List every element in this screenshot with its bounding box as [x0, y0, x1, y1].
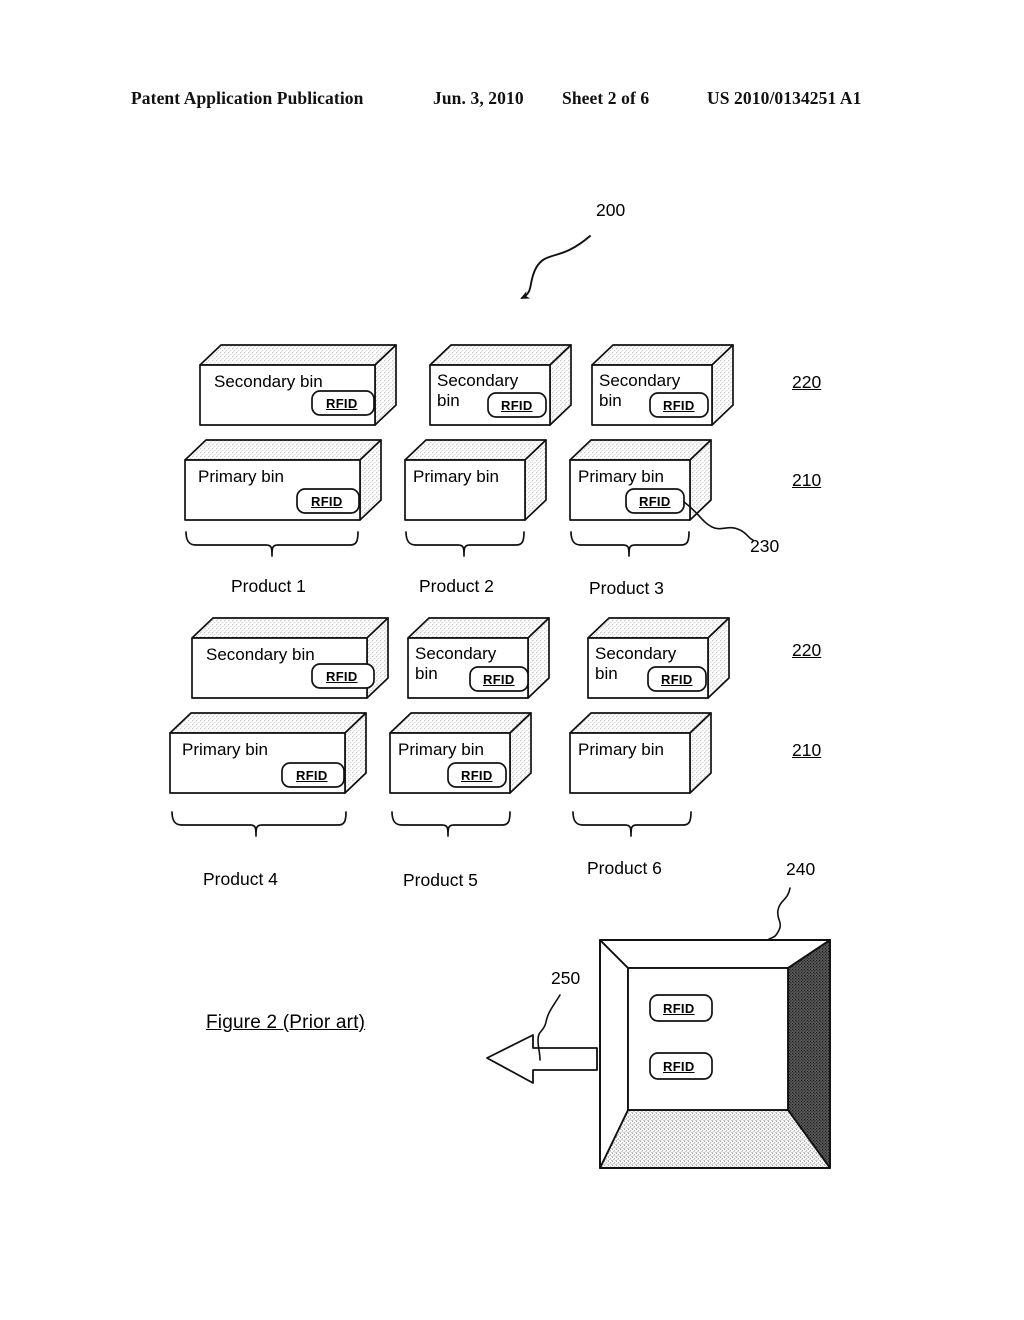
product-label-5: Product 5 — [403, 870, 478, 890]
header-patent-number: US 2010/0134251 A1 — [707, 88, 862, 108]
ref-label-220-row1: 220 — [792, 372, 822, 392]
ref-label-210-row1: 210 — [792, 470, 822, 490]
primary-bin-label-5: Primary bin — [398, 740, 484, 759]
ref-label-210-row2: 210 — [792, 740, 822, 760]
product-label-1: Product 1 — [231, 576, 306, 596]
primary-bin-label-4: Primary bin — [182, 740, 268, 759]
header-date: Jun. 3, 2010 — [433, 88, 524, 108]
rfid-tag-label: RFID — [326, 669, 358, 684]
rfid-tag-label: RFID — [663, 398, 695, 413]
primary-bin-label-6: Primary bin — [578, 740, 664, 759]
rfid-tag-label: RFID — [663, 1059, 695, 1074]
product-label-3: Product 3 — [589, 578, 664, 598]
rfid-tag-label: RFID — [461, 768, 493, 783]
rfid-tag-label: RFID — [639, 494, 671, 509]
ref-label-220-row2: 220 — [792, 640, 822, 660]
ref-label-250: 250 — [551, 968, 581, 988]
rfid-tag-label: RFID — [663, 1001, 695, 1016]
rfid-tag-label: RFID — [296, 768, 328, 783]
secondary-bin-label-1: Secondary bin — [214, 372, 323, 391]
page-header: Patent Application Publication Jun. 3, 2… — [0, 88, 1024, 112]
rfid-tag-label: RFID — [501, 398, 533, 413]
primary-bin-label-3: Primary bin — [578, 467, 664, 486]
rfid-tag-label: RFID — [661, 672, 693, 687]
ref-label-200: 200 — [596, 200, 626, 220]
primary-bin-label-2: Primary bin — [413, 467, 499, 486]
rfid-tag-label: RFID — [483, 672, 515, 687]
rfid-tag-label: RFID — [326, 396, 358, 411]
rfid-tag-label: RFID — [311, 494, 343, 509]
secondary-bin-label-4: Secondary bin — [206, 645, 315, 664]
figure-2-drawing — [169, 235, 831, 1169]
ref-label-230: 230 — [750, 536, 780, 556]
product-label-2: Product 2 — [419, 576, 494, 596]
header-publication: Patent Application Publication — [131, 88, 364, 108]
product-label-4: Product 4 — [203, 869, 278, 889]
ref-label-240: 240 — [786, 859, 816, 879]
header-sheet-number: Sheet 2 of 6 — [562, 88, 650, 108]
primary-bin-label-1: Primary bin — [198, 467, 284, 486]
product-label-6: Product 6 — [587, 858, 662, 878]
figure-caption: Figure 2 (Prior art) — [206, 1012, 366, 1033]
